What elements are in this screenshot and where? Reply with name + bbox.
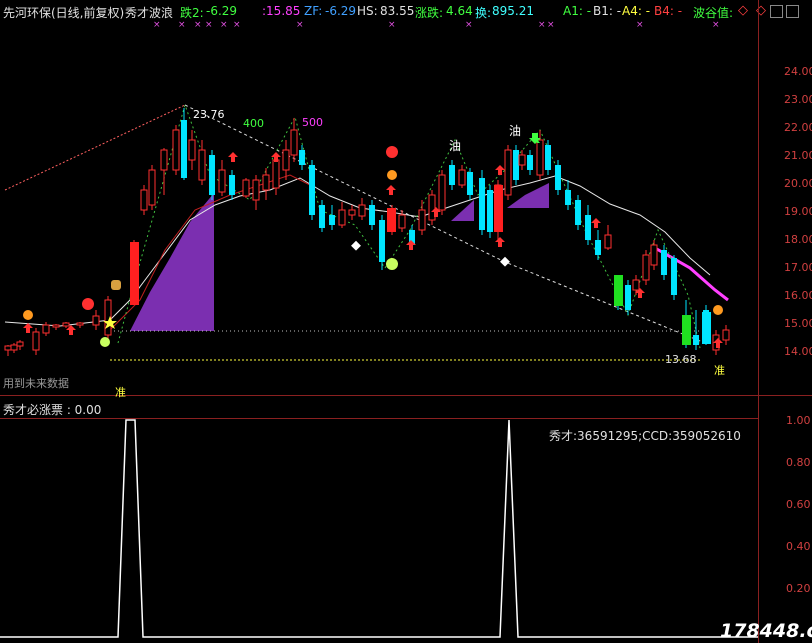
- sub-y-tick: 0.60: [786, 498, 811, 511]
- y-tick: 21.00: [784, 149, 812, 162]
- sub-y-tick: 0.80: [786, 456, 811, 469]
- y-tick: 19.00: [784, 205, 812, 218]
- signal-line: [0, 419, 758, 638]
- y-tick: 16.00: [784, 289, 812, 302]
- y-tick: 20.00: [784, 177, 812, 190]
- right-axis-line: [758, 0, 759, 643]
- header-controls[interactable]: ◇: [752, 0, 808, 20]
- y-tick: 23.00: [784, 93, 812, 106]
- y-tick: 24.00: [784, 65, 812, 78]
- y-tick: 14.00: [784, 345, 812, 358]
- sub-y-tick: 0.20: [786, 582, 811, 595]
- signal-sub-chart[interactable]: [0, 0, 758, 643]
- y-tick: 15.00: [784, 317, 812, 330]
- sub-y-tick: 1.00: [786, 414, 811, 427]
- y-tick: 17.00: [784, 261, 812, 274]
- sub-y-tick: 0.40: [786, 540, 811, 553]
- settings-box-icon[interactable]: [770, 5, 783, 18]
- y-tick: 22.00: [784, 121, 812, 134]
- y-tick: 18.00: [784, 233, 812, 246]
- watermark: 178448.com: [720, 620, 812, 642]
- close-box-icon[interactable]: [786, 5, 799, 18]
